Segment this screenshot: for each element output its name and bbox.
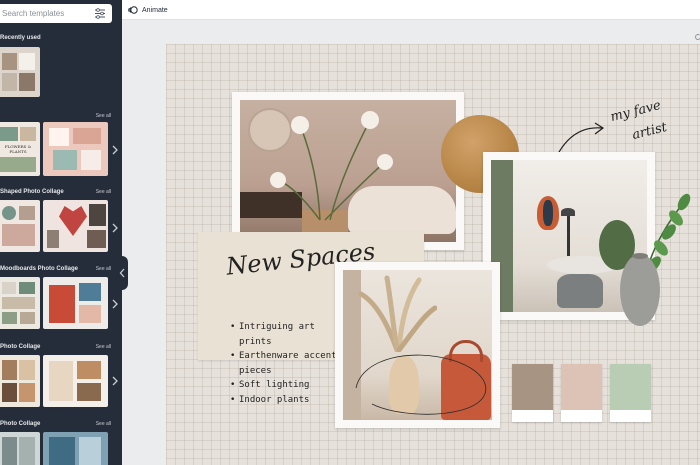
see-all-link[interactable]: See all — [96, 266, 111, 272]
template-thumbnail[interactable] — [43, 122, 108, 176]
template-thumbnail[interactable] — [0, 355, 40, 407]
living-room-photo — [240, 100, 456, 242]
see-all-link[interactable]: See all — [96, 189, 111, 195]
bullet-item: Intriguing art prints — [230, 320, 340, 349]
template-thumbnail[interactable] — [0, 47, 40, 97]
chevron-right-icon[interactable] — [111, 145, 119, 155]
template-thumbnail[interactable] — [43, 432, 108, 465]
see-all-link[interactable]: See all — [96, 113, 111, 119]
filter-icon[interactable] — [94, 8, 106, 19]
template-thumbnail[interactable] — [43, 277, 108, 329]
thumbnail-text: FLOWERS & PLANTS — [4, 144, 32, 154]
editor-toolbar: Animate — [122, 0, 700, 20]
see-all-link[interactable]: See all — [96, 344, 111, 350]
photo-frame[interactable] — [232, 92, 464, 250]
template-thumbnail[interactable]: FLOWERS & PLANTS — [0, 122, 40, 176]
plant-vase — [620, 193, 691, 326]
search-input[interactable] — [2, 6, 82, 21]
swatch-fill — [512, 364, 553, 410]
color-swatch[interactable] — [561, 364, 602, 422]
template-thumbnail[interactable] — [0, 432, 40, 465]
section-label-shaped: Shaped Photo Collage — [0, 189, 64, 195]
section-label-photo-collage-2: Photo Collage — [0, 421, 41, 427]
chevron-right-icon[interactable] — [111, 376, 119, 386]
refresh-icon[interactable] — [694, 33, 700, 41]
search-box — [0, 4, 112, 23]
collapse-panel-tab[interactable] — [117, 256, 128, 290]
hand-drawn-loop — [355, 354, 487, 415]
chevron-right-icon[interactable] — [111, 299, 119, 309]
template-thumbnail[interactable] — [43, 355, 108, 407]
flower-stems — [270, 111, 393, 221]
template-sidebar: Recently used See all FLOWERS & PLANTS S… — [0, 0, 122, 465]
section-label-moodboards: Moodboards Photo Collage — [0, 266, 78, 272]
see-all-link[interactable]: See all — [96, 421, 111, 427]
bullet-item: Indoor plants — [230, 393, 340, 408]
section-label-photo-collage: Photo Collage — [0, 344, 41, 350]
chevron-left-icon — [119, 268, 125, 278]
chevron-right-icon[interactable] — [111, 223, 119, 233]
template-thumbnail[interactable] — [43, 200, 108, 252]
swatch-fill — [561, 364, 602, 410]
section-label-recent: Recently used — [0, 35, 41, 41]
animate-button[interactable]: Animate — [128, 3, 168, 17]
template-thumbnail[interactable] — [0, 200, 40, 252]
color-swatch[interactable] — [512, 364, 553, 422]
template-thumbnail[interactable] — [0, 277, 40, 329]
animate-label: Animate — [142, 6, 168, 14]
bullet-item: Soft lighting — [230, 378, 340, 393]
bullet-list: Intriguing art prints Earthenware accent… — [230, 320, 340, 407]
color-swatch[interactable] — [610, 364, 651, 422]
animate-icon — [128, 6, 138, 14]
bullet-item: Earthenware accent pieces — [230, 349, 340, 378]
swatch-fill — [610, 364, 651, 410]
